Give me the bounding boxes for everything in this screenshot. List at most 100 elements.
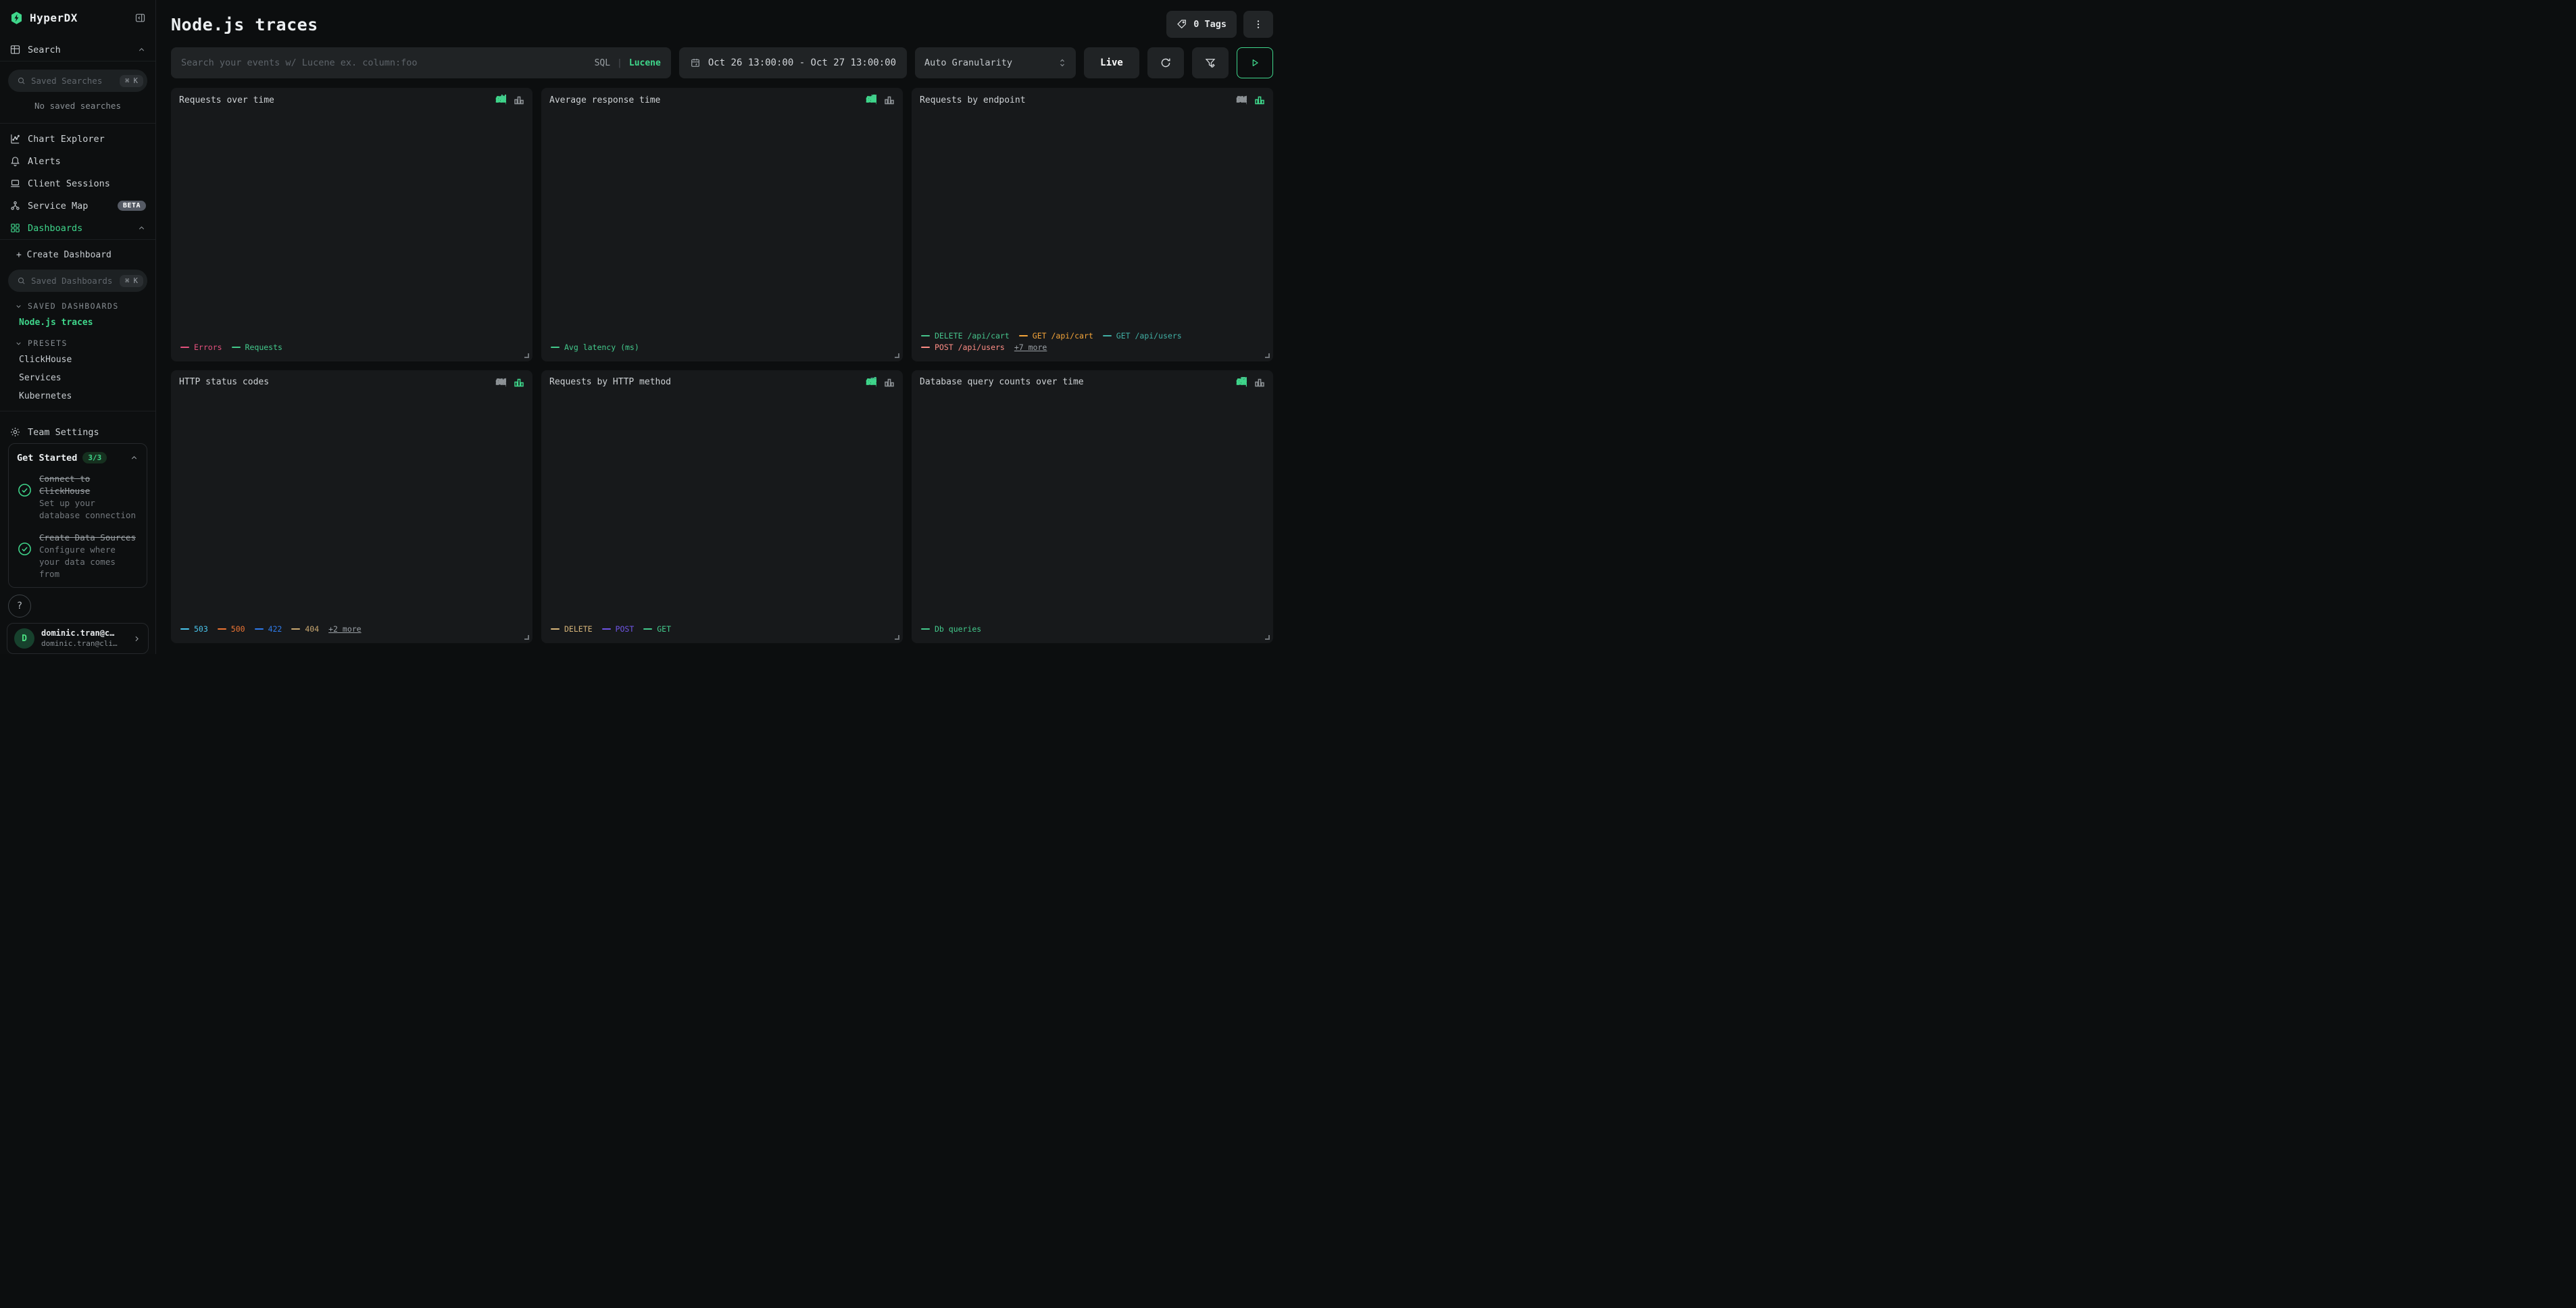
sidebar-item-search[interactable]: Search [0, 39, 155, 61]
get-started-item-sources[interactable]: Create Data Sources Configure where your… [17, 532, 139, 581]
filter-button[interactable] [1192, 47, 1229, 78]
group-presets[interactable]: PRESETS [0, 332, 155, 351]
legend-item[interactable]: 500 [218, 624, 245, 634]
legend-label: POST [616, 624, 635, 634]
lucene-toggle[interactable]: Lucene [629, 58, 661, 68]
sidebar-item-client-sessions[interactable]: Client Sessions [0, 172, 155, 195]
sidebar-item-dashboards[interactable]: Dashboards [0, 217, 155, 239]
legend-item[interactable]: DELETE [551, 624, 593, 634]
bar-chart-toggle-icon[interactable] [514, 377, 524, 388]
filter-edit-icon [1204, 57, 1216, 69]
preset-item-services[interactable]: Services [0, 369, 155, 387]
legend-item[interactable]: GET /api/users [1103, 331, 1182, 341]
resize-handle[interactable] [895, 635, 899, 640]
chart-canvas[interactable] [179, 389, 524, 620]
legend-item[interactable]: Avg latency (ms) [551, 343, 639, 352]
search-box: SQL | Lucene [171, 47, 671, 78]
legend-item[interactable]: 404 [291, 624, 319, 634]
legend-more-link[interactable]: +2 more [328, 624, 361, 634]
line-chart-toggle-icon[interactable]: 1612840Oct 26 1:00:00 PM11:00:00 PM12:30… [495, 377, 506, 388]
no-saved-searches-text: No saved searches [0, 95, 155, 118]
search-input[interactable] [181, 57, 587, 68]
more-options-button[interactable] [1243, 11, 1273, 38]
legend-item[interactable]: POST /api/users [921, 343, 1005, 352]
magnifier-icon [17, 276, 26, 285]
legend-more-link[interactable]: +7 more [1014, 343, 1047, 352]
bar-chart-toggle-icon[interactable] [1254, 95, 1265, 105]
date-range-picker[interactable]: Oct 26 13:00:00 - Oct 27 13:00:00 [679, 47, 907, 78]
bar-chart-toggle-icon[interactable] [514, 95, 524, 105]
chart-panel-header: HTTP status codes 1612840Oct 26 1:00:00 … [179, 377, 524, 388]
chart-canvas[interactable] [549, 107, 895, 337]
resize-handle[interactable] [524, 353, 529, 358]
legend-item[interactable]: GET /api/cart [1019, 331, 1093, 341]
resize-handle[interactable] [1265, 353, 1270, 358]
dashboards-section: + Create Dashboard Saved Dashboards ⌘ K … [0, 239, 155, 411]
chart-panel-header: Database query counts over time 20151050… [920, 377, 1265, 388]
sidebar-item-alerts[interactable]: Alerts [0, 150, 155, 172]
charts-grid: Requests over time 1612840Oct 26 1:00:00… [156, 88, 1288, 654]
run-query-button[interactable] [1237, 47, 1273, 78]
legend-item[interactable]: 503 [180, 624, 208, 634]
saved-dashboards-input[interactable]: Saved Dashboards ⌘ K [8, 270, 147, 292]
resize-handle[interactable] [524, 635, 529, 640]
resize-handle[interactable] [1265, 635, 1270, 640]
legend-dash-icon [1019, 335, 1028, 336]
bar-chart-toggle-icon[interactable] [884, 377, 895, 388]
sidebar-item-label: Dashboards [28, 223, 82, 234]
sidebar-item-service-map[interactable]: Service Map BETA [0, 195, 155, 217]
line-chart-toggle-icon[interactable]: 1612840Oct 26 1:00:00 PM11:30:00 PM12:30… [495, 95, 506, 105]
sql-toggle[interactable]: SQL [595, 58, 610, 68]
saved-searches-input[interactable]: Saved Searches ⌘ K [8, 70, 147, 92]
search-section: Saved Searches ⌘ K No saved searches [0, 61, 155, 124]
legend-label: 404 [305, 624, 319, 634]
chevron-up-icon[interactable] [130, 453, 139, 462]
saved-dashboards-placeholder: Saved Dashboards [31, 276, 114, 286]
line-chart-toggle-icon[interactable]: 20151050Oct 26 1:00:00 PM11:30:00 PM12:3… [1236, 377, 1247, 388]
legend-item[interactable]: Requests [232, 343, 282, 352]
refresh-button[interactable] [1147, 47, 1184, 78]
bar-chart-toggle-icon[interactable] [884, 95, 895, 105]
get-started-item-title: Connect to ClickHouse [39, 474, 90, 496]
legend-label: DELETE /api/cart [935, 331, 1010, 341]
chevron-up-icon [137, 224, 146, 232]
chart-title: Database query counts over time [920, 377, 1084, 387]
line-chart-toggle-icon[interactable]: 129630Oct 26 1:00:00 PM11:30:00 PM12:30:… [866, 377, 876, 388]
legend-item[interactable]: Db queries [921, 624, 981, 634]
sidebar-item-chart-explorer[interactable]: Chart Explorer [0, 128, 155, 150]
tags-button[interactable]: 0 Tags [1166, 11, 1237, 38]
query-language-toggle: SQL | Lucene [595, 58, 661, 68]
sidebar-item-team-settings[interactable]: Team Settings [0, 421, 155, 443]
legend-item[interactable]: POST [602, 624, 635, 634]
logo-row: HyperDX [0, 0, 155, 39]
bar-chart-toggle-icon[interactable] [1254, 377, 1265, 388]
chart-title: Average response time [549, 95, 660, 105]
sidebar-collapse-icon[interactable] [134, 12, 146, 24]
live-button[interactable]: Live [1084, 47, 1139, 78]
dashboard-item-nodejs-traces[interactable]: Node.js traces [0, 313, 155, 332]
chart-canvas[interactable] [920, 389, 1265, 620]
laptop-icon [9, 178, 21, 189]
chart-canvas[interactable] [920, 107, 1265, 326]
preset-item-kubernetes[interactable]: Kubernetes [0, 387, 155, 405]
line-chart-toggle-icon[interactable]: 1k4503001500Oct 26 1:00:00 PM11:30:00 PM… [866, 95, 876, 105]
chart-panel-header: Average response time 1k4503001500Oct 26… [549, 95, 895, 105]
legend-item[interactable]: GET [643, 624, 671, 634]
legend-item[interactable]: Errors [180, 343, 222, 352]
user-menu[interactable]: D dominic.tran@c… dominic.tran@cli… [7, 623, 149, 654]
granularity-select[interactable]: Auto Granularity [915, 47, 1076, 78]
chart-canvas[interactable] [179, 107, 524, 337]
chevron-down-icon [15, 340, 22, 347]
preset-item-clickhouse[interactable]: ClickHouse [0, 351, 155, 369]
legend-item[interactable]: 422 [255, 624, 282, 634]
sidebar-item-label: Alerts [28, 156, 61, 167]
chart-panel-http-status-codes: HTTP status codes 1612840Oct 26 1:00:00 … [171, 370, 532, 644]
get-started-item-connect[interactable]: Connect to ClickHouse Set up your databa… [17, 473, 139, 522]
legend-item[interactable]: DELETE /api/cart [921, 331, 1010, 341]
chart-canvas[interactable] [549, 389, 895, 620]
resize-handle[interactable] [895, 353, 899, 358]
group-saved-dashboards[interactable]: SAVED DASHBOARDS [0, 295, 155, 313]
create-dashboard-button[interactable]: + Create Dashboard [0, 243, 155, 264]
help-button[interactable]: ? [8, 595, 31, 618]
line-chart-toggle-icon[interactable]: 1612840Oct 26 1:00:00 PM11:00:00 PM12:30… [1236, 95, 1247, 105]
